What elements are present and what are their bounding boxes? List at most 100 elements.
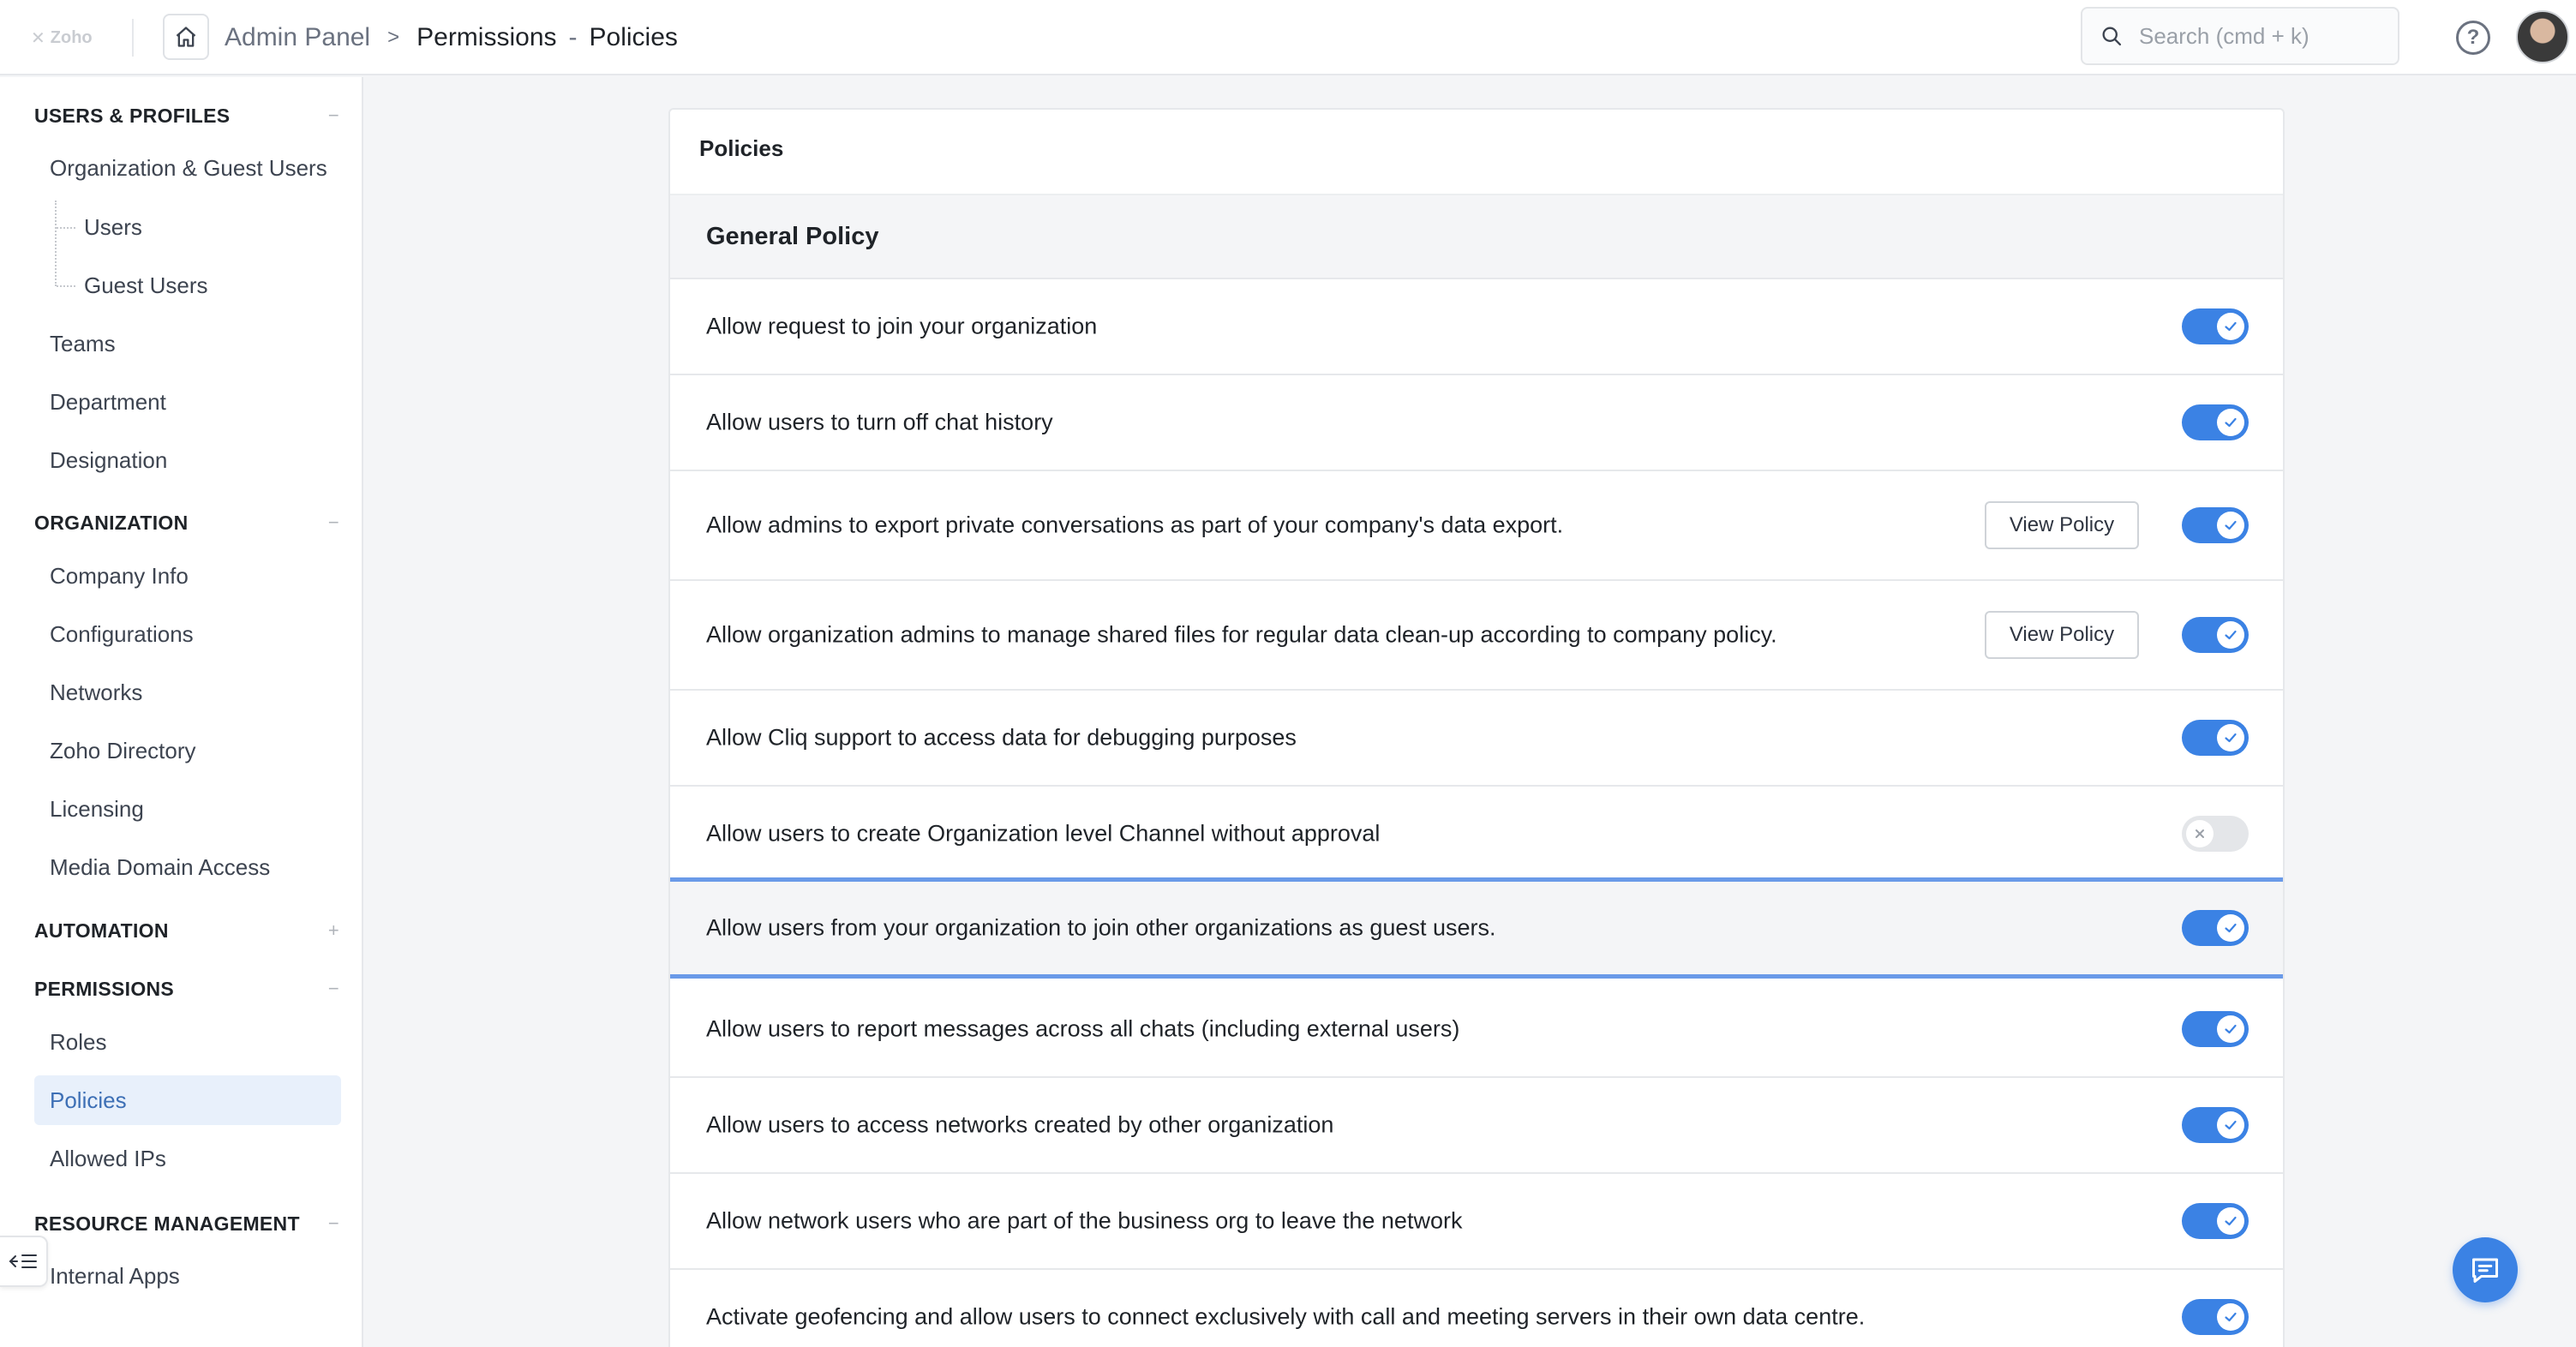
x-icon — [2186, 820, 2214, 847]
sidebar-item-zoho-directory[interactable]: Zoho Directory — [34, 726, 341, 775]
expand-icon[interactable]: + — [328, 919, 339, 942]
policy-label: Allow users to create Organization level… — [706, 820, 1381, 847]
sidebar-item-configurations[interactable]: Configurations — [34, 609, 341, 659]
policy-toggle[interactable] — [2182, 1107, 2249, 1143]
sidebar-collapse-button[interactable] — [0, 1236, 48, 1287]
sidebar-section-organization[interactable]: ORGANIZATION − — [34, 506, 339, 540]
policy-row-allow-users-to-report-messages-across-all-chats-: Allow users to report messages across al… — [670, 982, 2283, 1078]
logo-text: Zoho — [50, 27, 93, 47]
search-icon — [2102, 27, 2122, 46]
policy-toggle[interactable] — [2182, 1299, 2249, 1335]
sidebar-section-resource-management[interactable]: RESOURCE MANAGEMENT − — [34, 1206, 339, 1241]
policy-toggle[interactable] — [2182, 910, 2249, 946]
chat-icon — [2472, 1258, 2498, 1283]
sidebar-item-designation[interactable]: Designation — [34, 435, 341, 485]
search-input[interactable]: Search (cmd + k) — [2081, 7, 2399, 65]
topbar-divider — [132, 19, 134, 57]
sidebar-item-users[interactable]: Users — [69, 202, 341, 252]
section-title: RESOURCE MANAGEMENT — [34, 1212, 300, 1235]
breadcrumb-separator: > — [387, 26, 400, 49]
section-title: ORGANIZATION — [34, 511, 189, 534]
policy-row-allow-organization-admins-to-manage-shared-files: Allow organization admins to manage shar… — [670, 581, 2283, 691]
sidebar-item-licensing[interactable]: Licensing — [34, 784, 341, 834]
policies-panel: Policies General Policy Allow request to… — [668, 108, 2285, 1347]
policy-label: Allow admins to export private conversat… — [706, 512, 1564, 538]
sidebar-item-department[interactable]: Department — [34, 377, 341, 427]
collapse-sidebar-icon — [9, 1254, 37, 1268]
policy-row-allow-users-from-your-organization-to-join-other: Allow users from your organization to jo… — [670, 877, 2283, 979]
sidebar-item-policies[interactable]: Policies — [34, 1075, 341, 1125]
sidebar-item-roles[interactable]: Roles — [34, 1017, 341, 1067]
panel-title: Policies — [699, 135, 784, 161]
sidebar-item-label: Company Info — [50, 562, 189, 589]
sidebar-item-networks[interactable]: Networks — [34, 668, 341, 717]
sidebar-item-label: Media Domain Access — [50, 853, 271, 880]
collapse-icon[interactable]: − — [328, 1212, 339, 1235]
avatar[interactable] — [2516, 10, 2569, 63]
sidebar-item-label: Users — [84, 213, 142, 240]
sidebar-item-label: Zoho Directory — [50, 737, 196, 763]
policy-row-allow-admins-to-export-private-conversations-as-: Allow admins to export private conversat… — [670, 471, 2283, 581]
home-button[interactable] — [163, 14, 209, 60]
sidebar-section-automation[interactable]: AUTOMATION + — [34, 913, 339, 948]
policy-label: Allow network users who are part of the … — [706, 1207, 1463, 1234]
check-icon — [2217, 512, 2244, 539]
policy-label: Activate geofencing and allow users to c… — [706, 1303, 1866, 1330]
sidebar-item-label: Configurations — [50, 620, 194, 647]
sidebar-item-label: Designation — [50, 446, 168, 473]
group-title: General Policy — [706, 222, 879, 250]
sidebar-item-label: Policies — [50, 1087, 127, 1113]
policy-toggle[interactable] — [2182, 816, 2249, 852]
sidebar-item-media-domain-access[interactable]: Media Domain Access — [34, 842, 341, 892]
app-logo[interactable]: ✕ Zoho — [31, 24, 93, 51]
check-icon — [2217, 621, 2244, 649]
policy-row-allow-cliq-support-to-access-data-for-debugging-: Allow Cliq support to access data for de… — [670, 691, 2283, 787]
breadcrumb-permissions[interactable]: Permissions — [416, 23, 556, 52]
policy-label: Allow organization admins to manage shar… — [706, 621, 1777, 648]
policy-label: Allow users to report messages across al… — [706, 1015, 1460, 1042]
search-placeholder: Search (cmd + k) — [2139, 22, 2309, 49]
check-icon — [2217, 1303, 2244, 1331]
policy-toggle[interactable] — [2182, 1203, 2249, 1239]
section-title: PERMISSIONS — [34, 977, 175, 1000]
home-icon — [176, 27, 196, 47]
breadcrumb-admin-panel[interactable]: Admin Panel — [225, 23, 370, 52]
policy-row-allow-users-to-access-networks-created-by-other-: Allow users to access networks created b… — [670, 1078, 2283, 1174]
collapse-icon[interactable]: − — [328, 978, 339, 1000]
collapse-icon[interactable]: − — [328, 105, 339, 127]
policy-toggle[interactable] — [2182, 720, 2249, 756]
policy-toggle[interactable] — [2182, 404, 2249, 440]
sidebar-section-permissions[interactable]: PERMISSIONS − — [34, 972, 339, 1006]
sidebar-item-teams[interactable]: Teams — [34, 319, 341, 368]
sidebar-item-allowed-ips[interactable]: Allowed IPs — [34, 1134, 341, 1183]
sidebar-section-users-profiles[interactable]: USERS & PROFILES − — [34, 99, 339, 133]
sidebar-item-organization-guest-users[interactable]: Organization & Guest Users — [34, 143, 341, 193]
sidebar-item-label: Allowed IPs — [50, 1145, 166, 1171]
view-policy-button[interactable]: View Policy — [1985, 611, 2139, 659]
breadcrumb-policies: Policies — [589, 23, 678, 51]
check-icon — [2217, 409, 2244, 436]
check-icon — [2217, 1111, 2244, 1139]
tree-connector — [55, 201, 57, 286]
policy-toggle[interactable] — [2182, 308, 2249, 344]
group-header: General Policy — [670, 194, 2283, 279]
help-icon[interactable]: ? — [2456, 21, 2490, 55]
check-icon — [2217, 914, 2244, 942]
view-policy-button[interactable]: View Policy — [1985, 501, 2139, 549]
sidebar-item-internal-apps[interactable]: Internal Apps — [34, 1251, 341, 1301]
sidebar-item-company-info[interactable]: Company Info — [34, 551, 341, 601]
policy-toggle[interactable] — [2182, 617, 2249, 653]
sidebar: USERS & PROFILES − Organization & Guest … — [0, 77, 363, 1347]
policy-label: Allow Cliq support to access data for de… — [706, 724, 1297, 751]
policy-label: Allow users to access networks created b… — [706, 1111, 1334, 1138]
sidebar-item-guest-users[interactable]: Guest Users — [69, 260, 341, 310]
policy-row-allow-users-to-create-organization-level-channel: Allow users to create Organization level… — [670, 787, 2283, 883]
chat-button[interactable] — [2453, 1237, 2518, 1302]
check-icon — [2217, 313, 2244, 340]
policy-toggle[interactable] — [2182, 1011, 2249, 1047]
policy-label: Allow request to join your organization — [706, 313, 1098, 339]
collapse-icon[interactable]: − — [328, 512, 339, 534]
policy-row-allow-request-to-join-your-organization: Allow request to join your organization — [670, 279, 2283, 375]
policy-toggle[interactable] — [2182, 507, 2249, 543]
check-icon — [2217, 1207, 2244, 1235]
